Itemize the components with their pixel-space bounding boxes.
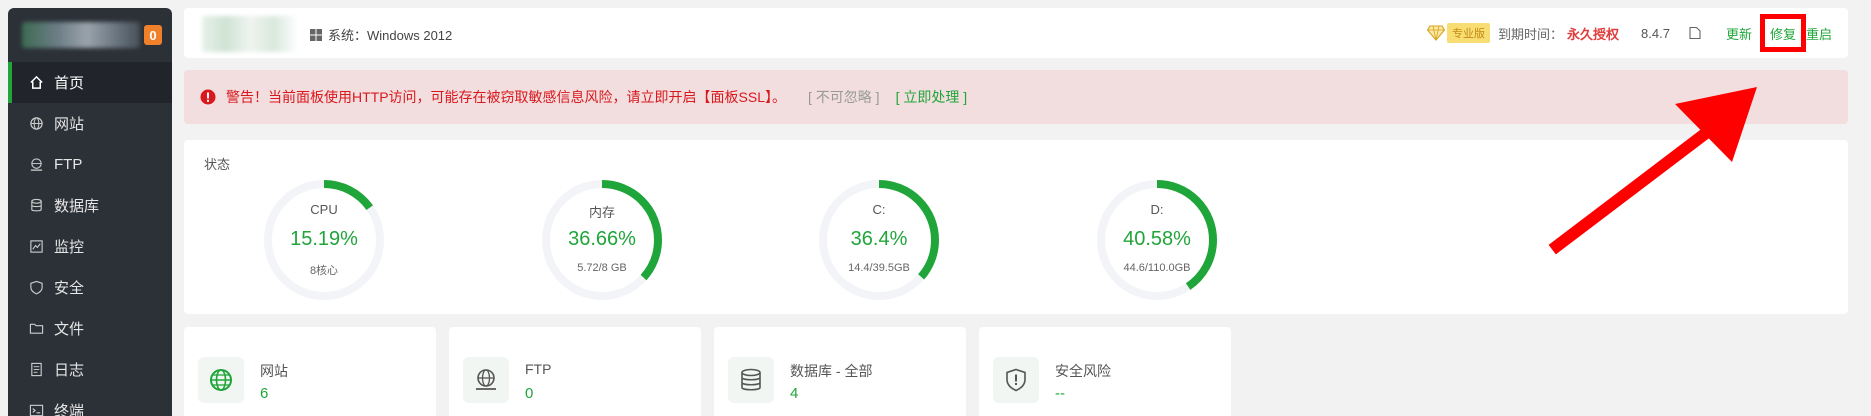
expire-label: 到期时间： bbox=[1498, 26, 1564, 42]
sidebar-item-ftp[interactable]: FTP bbox=[8, 144, 172, 185]
restart-button[interactable]: 重启 bbox=[1806, 24, 1832, 43]
gauge-sub: 14.4/39.5GB bbox=[848, 262, 910, 274]
card-title: 网站 bbox=[260, 363, 288, 379]
log-icon bbox=[28, 362, 44, 378]
sidebar-item-label: 数据库 bbox=[54, 198, 100, 215]
card-title: 数据库 - 全部 bbox=[790, 363, 873, 379]
sidebar-item-label: 终端 bbox=[54, 403, 85, 416]
gauge-label: C: bbox=[872, 202, 886, 217]
system-info: 系统：Windows 2012 bbox=[310, 25, 452, 44]
sidebar-item-monitor[interactable]: 监控 bbox=[8, 226, 172, 267]
sidebar-item-label: 文件 bbox=[54, 321, 85, 338]
monitor-icon bbox=[28, 239, 44, 255]
globe-icon bbox=[210, 369, 232, 391]
status-title: 状态 bbox=[204, 157, 231, 172]
server-logo bbox=[202, 16, 298, 52]
gauge-sub: 5.72/8 GB bbox=[577, 262, 627, 274]
sidebar-item-label: FTP bbox=[54, 156, 83, 173]
ssl-warning-alert: 警告！当前面板使用HTTP访问，可能存在被窃取敏感信息风险，请立即开启【面板SS… bbox=[184, 70, 1848, 124]
system-label: 系统：Windows 2012 bbox=[328, 28, 453, 43]
version-number: 8.4.7 bbox=[1641, 25, 1670, 41]
overview-card-ftp[interactable]: FTP 0 bbox=[449, 327, 701, 416]
warning-icon bbox=[200, 89, 216, 105]
gauge-label: CPU bbox=[310, 202, 338, 217]
database-icon bbox=[741, 368, 761, 391]
sidebar-item-label: 安全 bbox=[54, 280, 85, 297]
card-value[interactable]: -- bbox=[1055, 385, 1065, 402]
status-panel: 状态 CPU 15.19% 8核心 内存 36.66% 5.72/8 GB C:… bbox=[184, 140, 1848, 314]
repair-button[interactable]: 修复 bbox=[1770, 24, 1796, 43]
database-icon bbox=[28, 198, 44, 214]
pro-badge[interactable]: 专业版 bbox=[1427, 23, 1491, 43]
sidebar-item-label: 监控 bbox=[54, 239, 85, 256]
card-title: 安全风险 bbox=[1055, 363, 1111, 379]
sidebar-item-label: 首页 bbox=[54, 75, 85, 92]
sidebar: 0 首页 网站 FTP 数据库 监控 安全 文件 日志 终端 bbox=[8, 8, 172, 416]
changelog-icon[interactable] bbox=[1688, 26, 1702, 40]
diamond-icon bbox=[1427, 25, 1446, 41]
sidebar-header: 0 bbox=[8, 8, 172, 62]
panel-logo[interactable] bbox=[22, 22, 140, 48]
gauge-sub: 8核心 bbox=[309, 265, 339, 277]
card-title: FTP bbox=[525, 361, 552, 377]
gauge-label: 内存 bbox=[588, 205, 615, 220]
sidebar-item-terminal[interactable]: 终端 bbox=[8, 390, 172, 416]
folder-icon bbox=[28, 321, 44, 337]
gauge-value: 40.58% bbox=[1123, 228, 1191, 250]
memory-gauge[interactable]: 内存 36.66% 5.72/8 GB bbox=[540, 178, 664, 302]
ftp-icon bbox=[476, 369, 496, 390]
windows-icon bbox=[310, 28, 322, 41]
shield-icon bbox=[28, 280, 44, 296]
shield-icon bbox=[1006, 368, 1026, 392]
sidebar-item-label: 日志 bbox=[54, 362, 85, 379]
overview-card-security[interactable]: 安全风险 -- bbox=[979, 327, 1231, 416]
cpu-gauge[interactable]: CPU 15.19% 8核心 bbox=[262, 178, 386, 302]
alert-handle-link[interactable]: [ 立即处理 ] bbox=[896, 87, 968, 107]
repair-highlight-box: 修复 bbox=[1759, 14, 1806, 52]
gauge-value: 36.4% bbox=[850, 228, 908, 250]
update-button[interactable]: 更新 bbox=[1726, 24, 1752, 43]
card-value[interactable]: 0 bbox=[525, 385, 533, 402]
card-value[interactable]: 4 bbox=[790, 385, 798, 402]
terminal-icon bbox=[28, 403, 44, 416]
disk-d-gauge[interactable]: D: 40.58% 44.6/110.0GB bbox=[1095, 178, 1219, 302]
card-value[interactable]: 6 bbox=[260, 385, 268, 402]
top-bar-actions: 专业版 到期时间： 永久授权 8.4.7 更新 修复 重启 bbox=[1427, 8, 1848, 58]
expire-value: 永久授权 bbox=[1567, 26, 1620, 42]
notification-badge[interactable]: 0 bbox=[144, 25, 162, 45]
home-icon bbox=[28, 75, 44, 91]
gauge-value: 15.19% bbox=[290, 228, 358, 250]
sidebar-item-logs[interactable]: 日志 bbox=[8, 349, 172, 390]
disk-c-gauge[interactable]: C: 36.4% 14.4/39.5GB bbox=[817, 178, 941, 302]
sidebar-item-security[interactable]: 安全 bbox=[8, 267, 172, 308]
ftp-icon bbox=[28, 157, 44, 173]
sidebar-item-label: 网站 bbox=[54, 116, 85, 133]
alert-ignore-label: [ 不可忽略 ] bbox=[808, 89, 880, 105]
top-bar: 系统：Windows 2012 专业版 到期时间： 永久授权 8.4.7 更新 … bbox=[184, 8, 1848, 58]
sidebar-item-files[interactable]: 文件 bbox=[8, 308, 172, 349]
gauge-value: 36.66% bbox=[568, 228, 636, 250]
sidebar-item-website[interactable]: 网站 bbox=[8, 103, 172, 144]
gauge-sub: 44.6/110.0GB bbox=[1123, 262, 1191, 274]
sidebar-item-home[interactable]: 首页 bbox=[8, 62, 172, 103]
sidebar-item-database[interactable]: 数据库 bbox=[8, 185, 172, 226]
overview-card-database[interactable]: 数据库 - 全部 4 bbox=[714, 327, 966, 416]
gauge-label: D: bbox=[1150, 202, 1164, 217]
pro-badge-label: 专业版 bbox=[1447, 23, 1491, 43]
overview-card-websites[interactable]: 网站 6 bbox=[184, 327, 436, 416]
globe-icon bbox=[28, 116, 44, 132]
alert-text: 警告！当前面板使用HTTP访问，可能存在被窃取敏感信息风险，请立即开启【面板SS… bbox=[226, 89, 787, 105]
